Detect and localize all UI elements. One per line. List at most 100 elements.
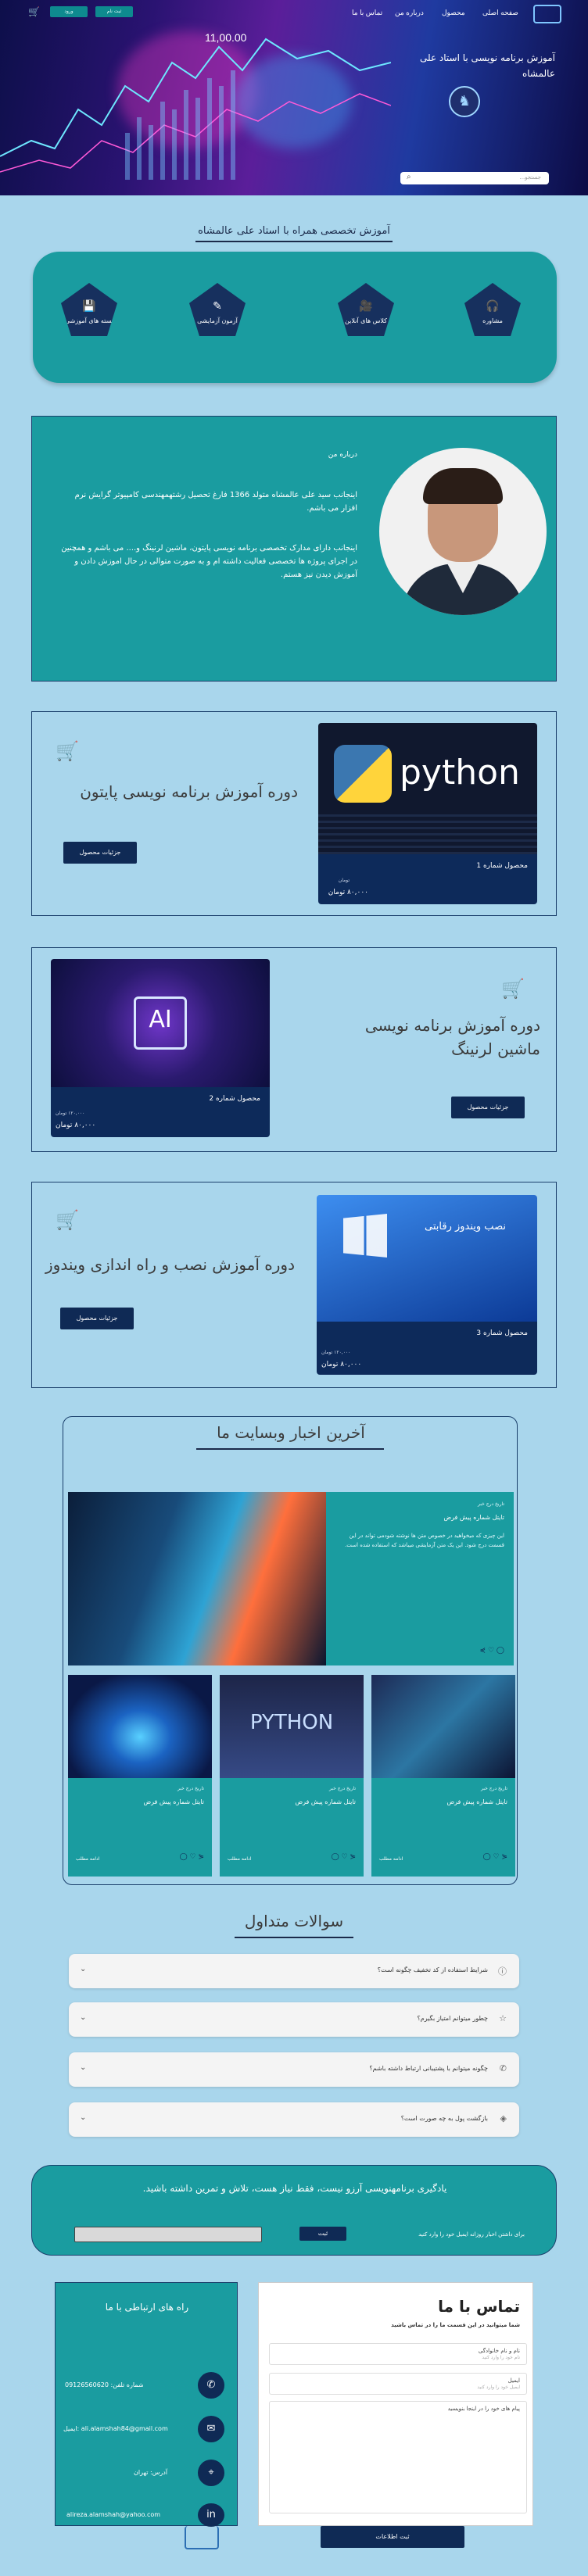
cart-icon[interactable]: 🛒 bbox=[56, 740, 79, 762]
product-details-button[interactable]: جزئیات محصول bbox=[451, 1097, 525, 1118]
about-section: درباره من اینجانب سید علی عالمشاه متولد … bbox=[31, 416, 557, 682]
news-card[interactable]: تاریخ درج خبر تایتل شماره پیش فرض ادامه … bbox=[371, 1675, 515, 1877]
news-card-image: PYTHON bbox=[220, 1675, 364, 1778]
python-image-text: PYTHON bbox=[249, 1711, 334, 1734]
login-button[interactable]: ورود bbox=[50, 6, 88, 17]
service-packages[interactable]: 💾 بسته های آموزشی bbox=[61, 283, 117, 336]
contact-side-title: راه های ارتباطی با ما bbox=[105, 2302, 189, 2313]
contact-address: آدرس: تهران bbox=[134, 2469, 168, 2476]
news-card[interactable]: تاریخ درج خبر تایتل شماره پیش فرض ادامه … bbox=[68, 1675, 212, 1877]
service-online-class[interactable]: 🎥 کلاس های آنلاین bbox=[338, 283, 394, 336]
service-label: کلاس های آنلاین bbox=[345, 317, 387, 324]
contact-submit-button[interactable]: ثبت اطلاعات bbox=[321, 2526, 464, 2548]
service-label: آزمون آزمایشی bbox=[197, 317, 238, 324]
register-button[interactable]: ثبت نام bbox=[95, 6, 133, 17]
contact-info-panel: راه های ارتباطی با ما ✆ شماره تلفن: 0912… bbox=[55, 2282, 238, 2527]
message-textarea[interactable]: پیام های خود را در اینجا بنویسید bbox=[269, 2401, 527, 2513]
cart-icon[interactable]: 🛒 bbox=[28, 6, 40, 17]
service-mock-exam[interactable]: ✎ آزمون آزمایشی bbox=[189, 283, 246, 336]
news-card-image bbox=[371, 1675, 515, 1778]
old-price: ۱۲۰,۰۰۰ تومان bbox=[321, 1350, 351, 1355]
hair-shape bbox=[423, 468, 503, 504]
newsletter-submit-button[interactable]: ثبت bbox=[299, 2227, 346, 2241]
faq-question: شرایط استفاده از کد تخفیف چگونه است؟ bbox=[377, 1966, 488, 1973]
search-input[interactable]: جستجو... bbox=[520, 174, 542, 181]
product-card-3: نصب ویندوز رقابتی محصول شماره 3 ۱۲۰,۰۰۰ … bbox=[31, 1182, 557, 1388]
title-underline bbox=[196, 1448, 384, 1450]
faq-item[interactable]: ☆ چطور میتوانم امتیاز بگیرم؟ ⌄ bbox=[69, 2002, 519, 2037]
heart-icon[interactable]: ♡ bbox=[488, 1647, 494, 1655]
phone-icon: ✆ bbox=[499, 2063, 507, 2073]
product-card-2: AI محصول شماره 2 ۱۲۰,۰۰۰ تومان ۸۰,۰۰۰ تو… bbox=[31, 947, 557, 1152]
about-heading: درباره من bbox=[328, 451, 357, 459]
current-price: ۸۰,۰۰۰ تومان bbox=[321, 1361, 362, 1368]
service-label: بسته های آموزشی bbox=[65, 317, 113, 324]
windows-image-text: نصب ویندوز رقابتی bbox=[425, 1221, 506, 1233]
field-placeholder: ایمیل خود را وارد کنید bbox=[477, 2385, 520, 2390]
news-date: تاریخ درج خبر bbox=[177, 1786, 204, 1791]
save-icon: 💾 bbox=[82, 300, 96, 313]
title-underline bbox=[235, 1937, 353, 1938]
read-more-link[interactable]: ادامه مطلب bbox=[379, 1856, 403, 1862]
newsletter-email-input[interactable] bbox=[74, 2227, 262, 2242]
nav-contact[interactable]: تماس با ما bbox=[352, 9, 382, 17]
read-more-link[interactable]: ادامه مطلب bbox=[228, 1856, 251, 1862]
cart-icon[interactable]: 🛒 bbox=[56, 1209, 79, 1231]
hero-chart-graphic bbox=[0, 38, 391, 180]
product-details-button[interactable]: جزئیات محصول bbox=[63, 842, 137, 864]
news-date: تاریخ درج خبر bbox=[480, 1786, 507, 1791]
name-field[interactable]: نام و نام خانوادگی نام خود را وارد کنید bbox=[269, 2343, 527, 2365]
windows-logo-icon bbox=[343, 1214, 387, 1258]
form-title: تماس با ما bbox=[438, 2297, 520, 2316]
news-card[interactable]: PYTHON تاریخ درج خبر تایتل شماره پیش فرض… bbox=[220, 1675, 364, 1877]
news-card-title: تایتل شماره پیش فرض bbox=[295, 1798, 356, 1805]
current-price: ۸۰,۰۰۰ تومان bbox=[56, 1122, 96, 1129]
site-logo[interactable] bbox=[533, 5, 561, 23]
nav-product[interactable]: محصول bbox=[442, 9, 465, 17]
email-field[interactable]: ایمیل ایمیل خود را وارد کنید bbox=[269, 2373, 527, 2395]
product-details-button[interactable]: جزئیات محصول bbox=[60, 1308, 134, 1329]
news-date: تاریخ درج خبر bbox=[477, 1501, 504, 1507]
chevron-down-icon[interactable]: ⌄ bbox=[80, 2113, 86, 2122]
read-more-link[interactable]: ادامه مطلب bbox=[76, 1856, 99, 1862]
search-bar[interactable]: جستجو... ⌕ bbox=[400, 172, 549, 184]
cart-icon[interactable]: 🛒 bbox=[501, 978, 525, 1000]
faq-item[interactable]: ✆ چگونه میتوانم با پشتیبانی ارتباط داشته … bbox=[69, 2052, 519, 2087]
nav-about[interactable]: درباره من bbox=[395, 9, 424, 17]
faq-title: سوالات متداول bbox=[244, 1912, 344, 1930]
faq-question: چگونه میتوانم با پشتیبانی ارتباط داشته ب… bbox=[369, 2065, 488, 2072]
title-underline bbox=[195, 241, 393, 242]
news-actions[interactable]: ⋞ ♡ ◯ bbox=[483, 1853, 507, 1861]
nav-home[interactable]: صفحه اصلی bbox=[482, 9, 518, 17]
chevron-down-icon[interactable]: ⌄ bbox=[80, 2063, 86, 2072]
faq-item[interactable]: ◈ بازگشت پول به چه صورت است؟ ⌄ bbox=[69, 2102, 519, 2137]
faq-question: بازگشت پول به چه صورت است؟ bbox=[400, 2115, 488, 2122]
hero-title: آموزش برنامه نویسی با استاد علی عالمشاه bbox=[419, 52, 555, 79]
python-product-image: python bbox=[318, 723, 537, 854]
field-label: نام و نام خانوادگی bbox=[478, 2348, 520, 2354]
product-info-2: محصول شماره 2 ۱۲۰,۰۰۰ تومان ۸۰,۰۰۰ تومان bbox=[51, 1087, 270, 1137]
field-placeholder: نام خود را وارد کنید bbox=[482, 2355, 520, 2360]
product-info-3: محصول شماره 3 ۱۲۰,۰۰۰ تومان ۸۰,۰۰۰ تومان bbox=[317, 1322, 537, 1375]
news-body: این چیزی که میخواهید در خصوص متن ها نوشت… bbox=[345, 1533, 504, 1548]
comment-icon[interactable]: ◯ bbox=[497, 1647, 504, 1655]
ai-image-text: AI bbox=[149, 1006, 172, 1033]
about-paragraph-2: اینجانب دارای مدارک تخصصی برنامه نویسی پ… bbox=[61, 544, 357, 579]
product-label: محصول شماره 1 bbox=[476, 862, 528, 870]
form-subtitle: شما میتوانید در این قسمت ما را در تماس ب… bbox=[391, 2322, 520, 2328]
news-actions[interactable]: ⋞ ♡ ◯ bbox=[180, 1853, 204, 1861]
service-consulting[interactable]: 🎧 مشاوره bbox=[464, 283, 521, 336]
faq-item[interactable]: ⓘ شرایط استفاده از کد تخفیف چگونه است؟ ⌄ bbox=[69, 1954, 519, 1988]
chevron-down-icon[interactable]: ⌄ bbox=[80, 1965, 86, 1973]
featured-news-card[interactable]: تاریخ درج خبر تایتل شماره پیش فرض این چی… bbox=[68, 1492, 514, 1665]
news-actions[interactable]: ⋞ ♡ ◯ bbox=[480, 1647, 504, 1655]
old-price: تومان bbox=[338, 878, 350, 883]
search-icon[interactable]: ⌕ bbox=[407, 173, 411, 181]
news-title: آخرین اخبار وبسایت ما bbox=[217, 1423, 365, 1442]
about-paragraph-1: اینجانب سید علی عالمشاه متولد 1366 فارغ … bbox=[74, 491, 357, 513]
news-date: تاریخ درج خبر bbox=[328, 1786, 356, 1791]
share-icon[interactable]: ⋞ bbox=[480, 1647, 486, 1655]
chevron-down-icon[interactable]: ⌄ bbox=[80, 2013, 86, 2022]
news-actions[interactable]: ⋞ ♡ ◯ bbox=[332, 1853, 356, 1861]
windows-product-image: نصب ویندوز رقابتی bbox=[317, 1195, 537, 1322]
